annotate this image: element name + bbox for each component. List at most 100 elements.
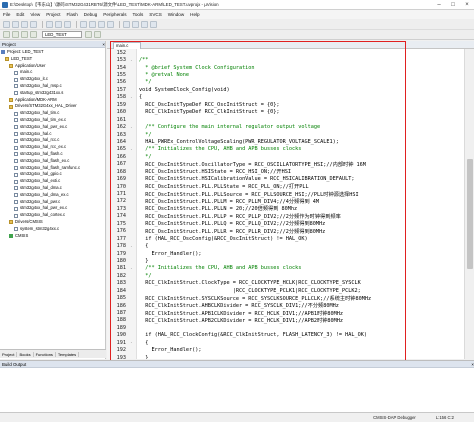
fold-marker-icon[interactable]: - xyxy=(126,147,137,152)
tree-item[interactable]: stm32g4xx_hal_cortex.c xyxy=(0,212,105,219)
code-area[interactable]: 152 153-/** 154 * @brief System Clock Conf… xyxy=(107,49,463,359)
code-line[interactable]: 182 */ xyxy=(107,272,463,279)
fold-marker-icon[interactable]: - xyxy=(126,266,137,271)
scrollbar-thumb[interactable] xyxy=(467,159,473,269)
code-line[interactable]: 189 xyxy=(107,324,463,331)
translate-icon[interactable] xyxy=(3,31,10,38)
tree-item[interactable]: Application/User xyxy=(0,63,105,70)
code-line[interactable]: 156 */ xyxy=(107,79,463,86)
code-line[interactable]: 184 |RCC_CLOCKTYPE_PCLK1|RCC_CLOCKTYPE_P… xyxy=(107,287,463,294)
code-line[interactable]: 175 RCC_OscInitStruct.PLL.PLLQ = RCC_PLL… xyxy=(107,220,463,228)
code-line[interactable]: 170 RCC_OscInitStruct.PLL.PLLState = RCC… xyxy=(107,183,463,191)
code-line[interactable]: 152 xyxy=(107,49,463,56)
tree-item[interactable]: stm32g4xx_hal_dma_ex.c xyxy=(0,192,105,199)
download-icon[interactable] xyxy=(30,31,37,38)
menu-item-view[interactable]: View xyxy=(30,12,40,17)
code-line[interactable]: 157 void SystemClock_Config(void) xyxy=(107,86,463,93)
tree-item[interactable]: stm32g4xx_hal_rcc.c xyxy=(0,137,105,144)
code-line[interactable]: 162- /** Configure the main internal reg… xyxy=(107,123,463,130)
code-line[interactable]: 180 } xyxy=(107,257,463,264)
code-line[interactable]: 165- /** Initializes the CPU, AHB and AP… xyxy=(107,146,463,153)
code-line[interactable]: 161 xyxy=(107,116,463,123)
tab-main-c[interactable]: main.c xyxy=(113,42,141,49)
vertical-scrollbar[interactable] xyxy=(464,49,474,359)
code-line[interactable]: 163 */ xyxy=(107,131,463,138)
new-file-icon[interactable] xyxy=(3,20,10,28)
menu-item-flash[interactable]: Flash xyxy=(67,12,78,17)
menu-item-project[interactable]: Project xyxy=(46,12,60,17)
find-icon[interactable] xyxy=(98,20,105,28)
code-line[interactable]: 153-/** xyxy=(107,56,463,63)
close-icon[interactable]: × xyxy=(460,0,474,10)
tree-item[interactable]: system_stm32g4xx.c xyxy=(0,226,105,233)
fold-marker-icon[interactable]: - xyxy=(126,125,137,130)
tree-item[interactable]: stm32g4xx_hal_gpio.c xyxy=(0,171,105,178)
code-line[interactable]: 188 RCC_ClkInitStruct.APB2CLKDivider = R… xyxy=(107,317,463,324)
menu-item-window[interactable]: Window xyxy=(168,12,184,17)
code-line[interactable]: 173 RCC_OscInitStruct.PLL.PLLN = 20;//20… xyxy=(107,205,463,213)
tree-item[interactable]: Drivers/STM32G4xx_HAL_Driver xyxy=(0,103,105,110)
code-editor[interactable]: main.c 152 153-/** 154 * @brief System Clo… xyxy=(107,41,474,359)
code-line[interactable]: 187 RCC_ClkInitStruct.APB1CLKDivider = R… xyxy=(107,309,463,317)
tree-item[interactable]: LED_TEST xyxy=(0,56,105,63)
code-line[interactable]: 181- /** Initializes the CPU, AHB and AP… xyxy=(107,265,463,272)
tree-item[interactable]: stm32g4xx_hal_flash_ex.c xyxy=(0,158,105,165)
menu-item-debug[interactable]: Debug xyxy=(84,12,98,17)
code-line[interactable]: 160 RCC_ClkInitTypeDef RCC_ClkInitStruct… xyxy=(107,109,463,116)
code-line[interactable]: 176 RCC_OscInitStruct.PLL.PLLR = RCC_PLL… xyxy=(107,228,463,235)
paste-icon[interactable] xyxy=(64,20,71,28)
code-line[interactable]: 183 RCC_ClkInitStruct.ClockType = RCC_CL… xyxy=(107,280,463,287)
tree-item[interactable]: stm32g4xx_hal_flash.c xyxy=(0,151,105,158)
redo-icon[interactable] xyxy=(89,20,96,28)
tree-item[interactable]: stm32g4xx_hal_tim.c xyxy=(0,110,105,117)
code-line[interactable]: 164 HAL_PWREx_ControlVoltageScaling(PWR_… xyxy=(107,138,463,145)
open-file-icon[interactable] xyxy=(12,20,19,28)
save-all-icon[interactable] xyxy=(30,20,37,28)
target-select[interactable]: LED_TEST xyxy=(42,31,82,38)
code-line[interactable]: 174 RCC_OscInitStruct.PLL.PLLP = RCC_PLL… xyxy=(107,213,463,220)
code-line[interactable]: 172 RCC_OscInitStruct.PLL.PLLM = RCC_PLL… xyxy=(107,198,463,205)
code-line[interactable]: 167 RCC_OscInitStruct.OscillatorType = R… xyxy=(107,161,463,168)
code-line[interactable]: 178- { xyxy=(107,242,463,249)
tab-functions[interactable]: Functions xyxy=(34,351,56,357)
tree-item[interactable]: stm32g4xx_hal_pwr_ex.c xyxy=(0,205,105,212)
tree-item[interactable]: stm32g4xx_hal_msp.c xyxy=(0,83,105,90)
tree-item[interactable]: stm32g4xx_hal_dma.c xyxy=(0,185,105,192)
tree-item[interactable]: stm32g4xx_hal_exti.c xyxy=(0,178,105,185)
debug-start-icon[interactable] xyxy=(150,20,157,28)
undo-icon[interactable] xyxy=(80,20,87,28)
fold-marker-icon[interactable]: - xyxy=(126,340,137,345)
tree-item[interactable]: startup_stm32g431xx.s xyxy=(0,90,105,97)
tab-templates[interactable]: Templates xyxy=(56,351,80,357)
fold-marker-icon[interactable]: - xyxy=(126,244,137,249)
maximize-icon[interactable]: □ xyxy=(446,0,460,10)
save-icon[interactable] xyxy=(21,20,28,28)
manage-components-icon[interactable] xyxy=(94,31,101,38)
rebuild-icon[interactable] xyxy=(21,31,28,38)
tree-item[interactable]: stm32g4xx_hal_rcc_ex.c xyxy=(0,144,105,151)
tree-item[interactable]: stm32g4xx_hal_pwr.c xyxy=(0,199,105,206)
tree-item[interactable]: Application/MDK-ARM xyxy=(0,97,105,104)
menu-item-peripherals[interactable]: Peripherals xyxy=(103,12,126,17)
code-line[interactable]: 154 * @brief System Clock Configuration xyxy=(107,64,463,71)
menu-item-file[interactable]: File xyxy=(3,12,10,17)
tab-project[interactable]: Project xyxy=(0,351,18,357)
fold-marker-icon[interactable]: - xyxy=(126,58,137,63)
code-line[interactable]: 193 } xyxy=(107,354,463,359)
code-line[interactable]: 190 if (HAL_RCC_ClockConfig(&RCC_ClkInit… xyxy=(107,332,463,339)
code-line[interactable]: 159 RCC_OscInitTypeDef RCC_OscInitStruct… xyxy=(107,101,463,108)
code-line[interactable]: 166 */ xyxy=(107,153,463,160)
tree-item[interactable]: Drivers/CMSIS xyxy=(0,219,105,226)
menu-item-tools[interactable]: Tools xyxy=(133,12,144,17)
code-line[interactable]: 155 * @retval None xyxy=(107,71,463,78)
cut-icon[interactable] xyxy=(46,20,53,28)
minimize-icon[interactable]: – xyxy=(432,0,446,10)
indent-icon[interactable] xyxy=(123,20,130,28)
code-line[interactable]: 169 RCC_OscInitStruct.HSICalibrationValu… xyxy=(107,175,463,182)
code-line[interactable]: 168 RCC_OscInitStruct.HSIState = RCC_HSI… xyxy=(107,168,463,176)
code-line[interactable]: 186 RCC_ClkInitStruct.AHBCLKDivider = RC… xyxy=(107,302,463,310)
code-line[interactable]: 158-{ xyxy=(107,94,463,101)
menu-item-svcs[interactable]: SVCS xyxy=(149,12,162,17)
tree-item[interactable]: stm32g4xx_hal_flash_ramfunc.c xyxy=(0,165,105,172)
code-line[interactable]: 191- { xyxy=(107,339,463,346)
